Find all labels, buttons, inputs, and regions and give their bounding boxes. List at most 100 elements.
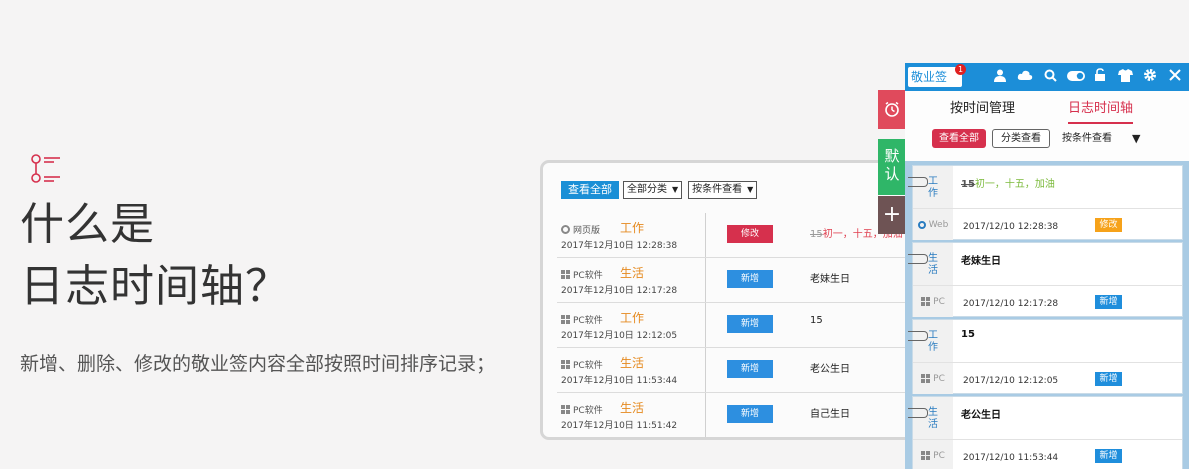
ie-icon bbox=[917, 220, 926, 229]
lock-icon[interactable] bbox=[1092, 68, 1108, 86]
card-time: 2017/12/10 12:12:05 bbox=[963, 376, 1059, 386]
hero-title-line1: 什么是 bbox=[20, 199, 155, 250]
category-select-label: 全部分类 bbox=[627, 184, 667, 195]
card-content-main: 老公生日 bbox=[961, 410, 1001, 421]
card-content: 15 bbox=[961, 329, 975, 340]
card-source-label: PC bbox=[933, 373, 945, 384]
timeline-card[interactable]: 生活 老公生日 PC 2017/12/10 11:53:44 新增 bbox=[908, 396, 1183, 469]
row-time: 2017年12月10日 11:53:44 bbox=[561, 376, 678, 386]
timeline-card[interactable]: 生活 老妹生日 PC 2017/12/10 12:17:28 新增 bbox=[908, 242, 1183, 317]
card-action-tag: 新增 bbox=[1095, 372, 1122, 386]
row-action-badge: 修改 bbox=[727, 225, 773, 243]
row-time: 2017年12月10日 11:51:42 bbox=[561, 421, 678, 431]
card-content: 老公生日 bbox=[961, 406, 1001, 421]
ie-icon bbox=[561, 225, 570, 234]
card-action-tag: 修改 bbox=[1095, 218, 1122, 232]
timeline-connector bbox=[908, 177, 928, 187]
alarm-tab[interactable] bbox=[878, 90, 906, 129]
add-tab[interactable]: + bbox=[878, 196, 906, 234]
card-divider bbox=[913, 208, 1182, 209]
hero-description: 新增、删除、修改的敬业签内容全部按照时间排序记录； bbox=[20, 353, 496, 375]
card-category-label: 生活 bbox=[928, 407, 938, 430]
category-view-button[interactable]: 分类查看 bbox=[992, 129, 1050, 148]
row-source: PC软件 bbox=[561, 403, 603, 416]
search-icon[interactable] bbox=[1042, 69, 1058, 86]
table-row[interactable]: PC软件 生活 2017年12月10日 12:17:28 新增 老妹生日 bbox=[557, 258, 937, 303]
row-action-badge: 新增 bbox=[727, 270, 773, 288]
card-category-label: 工作 bbox=[928, 176, 938, 199]
dropdown-arrow-icon: ▼ bbox=[672, 185, 679, 194]
row-action-badge: 新增 bbox=[727, 315, 773, 333]
condition-select[interactable]: 按条件查看 ▼ bbox=[688, 181, 758, 199]
table-row[interactable]: PC软件 工作 2017年12月10日 12:12:05 新增 15 bbox=[557, 303, 937, 348]
row-source-label: PC软件 bbox=[573, 406, 603, 416]
default-tab[interactable]: 默认 bbox=[878, 139, 906, 195]
shirt-icon[interactable] bbox=[1117, 68, 1133, 86]
view-all-button[interactable]: 查看全部 bbox=[561, 181, 619, 199]
card-category: 生活 bbox=[913, 397, 953, 439]
plus-icon: + bbox=[882, 202, 902, 227]
timeline-card[interactable]: 工作 15初一，十五，加油 Web 2017/12/10 12:28:38 修改 bbox=[908, 165, 1183, 240]
row-source: PC软件 bbox=[561, 358, 603, 371]
row-source-label: PC软件 bbox=[573, 316, 603, 326]
gear-icon[interactable] bbox=[1142, 68, 1158, 86]
card-source: PC bbox=[913, 440, 953, 469]
timeline-panel: 敬业签 1 按时间管理 日志时间轴 查看全部 分类查看 按条件查看 ▼ 工作 1… bbox=[905, 63, 1189, 469]
row-content: 15 bbox=[810, 315, 823, 326]
row-source: PC软件 bbox=[561, 313, 603, 326]
row-content: 自己生日 bbox=[810, 405, 850, 420]
row-time: 2017年12月10日 12:17:28 bbox=[561, 286, 678, 296]
row-category: 工作 bbox=[620, 311, 645, 325]
card-divider bbox=[913, 362, 1182, 363]
default-tab-label: 默认 bbox=[884, 147, 900, 183]
card-content: 15初一，十五，加油 bbox=[961, 175, 1055, 190]
panel-view-all-button[interactable]: 查看全部 bbox=[932, 129, 986, 148]
row-category: 生活 bbox=[620, 356, 645, 370]
panel-filter-bar: 查看全部 分类查看 按条件查看 ▼ bbox=[932, 129, 1140, 148]
card-category: 工作 bbox=[913, 166, 953, 208]
card-time: 2017/12/10 11:53:44 bbox=[963, 453, 1059, 463]
card-time: 2017/12/10 12:17:28 bbox=[963, 299, 1059, 309]
row-category: 生活 bbox=[620, 401, 645, 415]
card-content-main: 老妹生日 bbox=[961, 256, 1001, 267]
windows-icon bbox=[561, 360, 570, 369]
dropdown-arrow-icon: ▼ bbox=[1132, 132, 1141, 145]
card-content-main: 初一，十五，加油 bbox=[974, 179, 1055, 190]
toggle-icon[interactable] bbox=[1067, 69, 1085, 85]
close-icon[interactable] bbox=[1167, 69, 1183, 85]
card-source: PC bbox=[913, 363, 953, 394]
cloud-icon[interactable] bbox=[1017, 69, 1033, 85]
timeline-connector bbox=[908, 331, 928, 341]
windows-icon bbox=[921, 451, 931, 460]
panel-condition-label: 按条件查看 bbox=[1062, 133, 1112, 144]
card-divider bbox=[913, 439, 1182, 440]
row-text-main: 老公生日 bbox=[810, 364, 850, 375]
table-row[interactable]: PC软件 生活 2017年12月10日 11:51:42 新增 自己生日 bbox=[557, 393, 937, 437]
table-row[interactable]: PC软件 生活 2017年12月10日 11:53:44 新增 老公生日 bbox=[557, 348, 937, 393]
card-content-strike: 15 bbox=[961, 179, 975, 190]
header-icons bbox=[992, 63, 1183, 91]
windows-icon bbox=[921, 374, 931, 383]
user-icon[interactable] bbox=[992, 68, 1008, 86]
row-category: 生活 bbox=[620, 266, 645, 280]
panel-condition-select[interactable]: 按条件查看 ▼ bbox=[1056, 129, 1140, 148]
row-text-main: 自己生日 bbox=[810, 409, 850, 420]
tab-log-timeline[interactable]: 日志时间轴 bbox=[1068, 97, 1134, 124]
card-source: Web bbox=[913, 209, 953, 240]
row-text-main: 15 bbox=[810, 315, 823, 326]
tab-time-management[interactable]: 按时间管理 bbox=[950, 97, 1015, 122]
timeline-card[interactable]: 工作 15 PC 2017/12/10 12:12:05 新增 bbox=[908, 319, 1183, 394]
row-source-label: PC软件 bbox=[573, 361, 603, 371]
hero-title-line2: 日志时间轴？ bbox=[20, 261, 290, 312]
card-content-main: 15 bbox=[961, 329, 975, 340]
category-select[interactable]: 全部分类 ▼ bbox=[623, 181, 683, 199]
card-category-label: 工作 bbox=[928, 330, 938, 353]
timeline-connector bbox=[908, 254, 928, 264]
app-logo[interactable]: 敬业签 1 bbox=[908, 64, 966, 87]
card-divider bbox=[913, 285, 1182, 286]
windows-icon bbox=[561, 315, 570, 324]
row-source-label: PC软件 bbox=[573, 271, 603, 281]
app-logo-text: 敬业签 bbox=[911, 70, 948, 84]
card-category: 工作 bbox=[913, 320, 953, 362]
row-content: 老妹生日 bbox=[810, 270, 850, 285]
